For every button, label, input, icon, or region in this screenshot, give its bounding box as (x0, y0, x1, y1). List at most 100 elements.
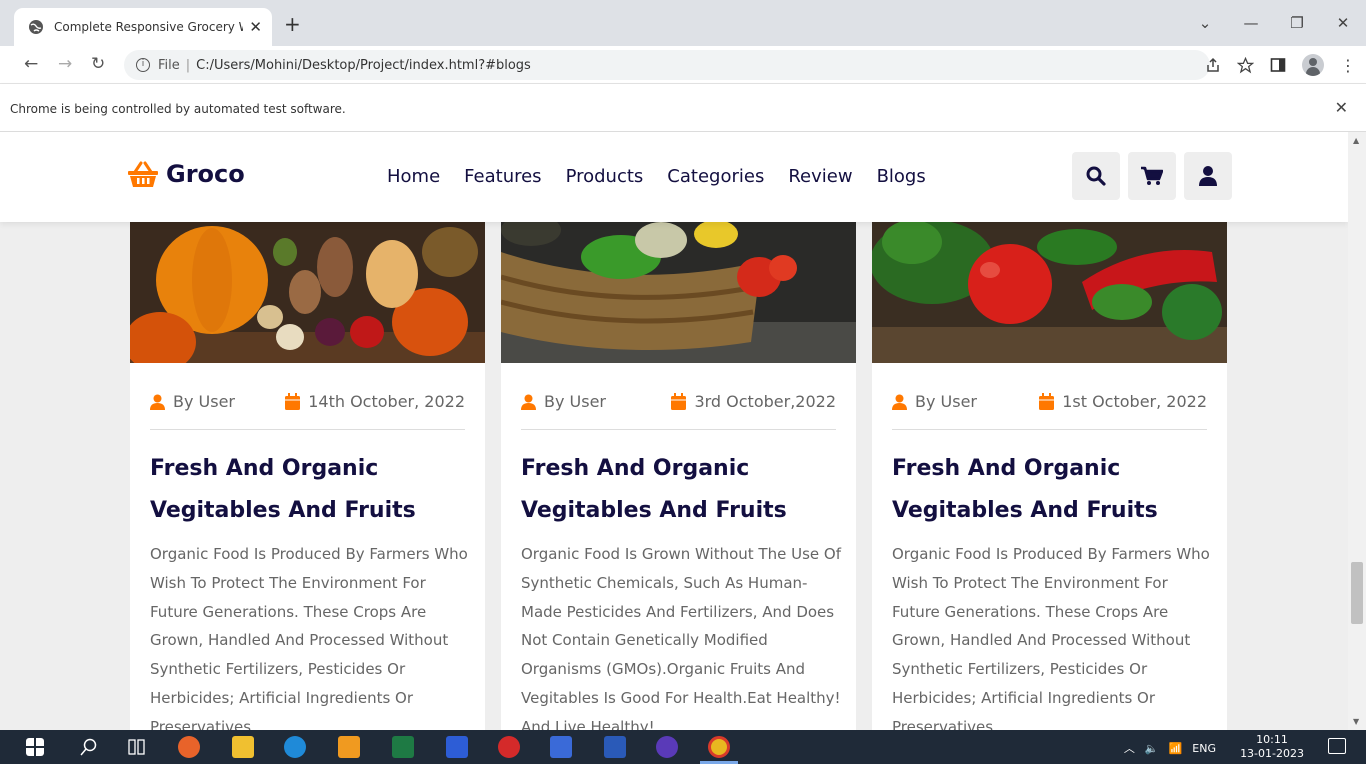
profile-avatar-icon[interactable] (1302, 54, 1324, 76)
infobar-close-icon[interactable]: ✕ (1335, 98, 1348, 117)
blog-date-text: 1st October, 2022 (1062, 392, 1207, 411)
blog-author: By User (150, 392, 235, 411)
automation-infobar: Chrome is being controlled by automated … (0, 84, 1366, 132)
window-controls: ⌄ — ❐ ✕ (1182, 0, 1366, 46)
blog-image (500, 214, 856, 363)
url-scheme: File (158, 57, 180, 73)
security-shield-icon[interactable] (446, 736, 468, 758)
windows-taskbar: ︿ 🔈 📶 ENG 10:11 13-01-2023 (0, 730, 1366, 764)
calendar-icon (671, 393, 687, 410)
user-icon (150, 394, 165, 410)
blog-meta: By User 1st October, 2022 (892, 392, 1207, 430)
blog-author-text: By User (544, 392, 606, 411)
site-logo[interactable]: Groco (128, 160, 245, 188)
blog-image (124, 222, 485, 372)
blog-date: 1st October, 2022 (1039, 392, 1207, 411)
blog-date: 14th October, 2022 (285, 392, 465, 411)
search-button[interactable] (1072, 152, 1120, 200)
notification-center-icon[interactable] (1328, 738, 1346, 754)
url-text[interactable]: C:/Users/Mohini/Desktop/Project/index.ht… (196, 58, 531, 73)
sublime-text-icon[interactable] (338, 736, 360, 758)
address-bar[interactable]: i File | C:/Users/Mohini/Desktop/Project… (124, 50, 1210, 80)
forward-arrow-icon[interactable]: → (58, 54, 72, 74)
language-indicator[interactable]: ENG (1192, 742, 1216, 755)
chrome-icon[interactable] (708, 736, 730, 758)
user-icon (1199, 166, 1217, 186)
taskbar-clock[interactable]: 10:11 13-01-2023 (1240, 733, 1304, 761)
browser-tab[interactable]: Complete Responsive Grocery W ✕ (14, 8, 272, 46)
volume-icon[interactable]: 🔈 (1145, 742, 1159, 755)
page-scrollbar[interactable]: ▲ ▼ (1348, 132, 1366, 730)
clock-time: 10:11 (1256, 733, 1288, 746)
globe-icon (29, 20, 43, 34)
blog-description: Organic Food Is Grown Without The Use Of… (521, 545, 841, 730)
nav-features[interactable]: Features (464, 166, 541, 187)
info-icon[interactable]: i (136, 58, 150, 72)
nav-products[interactable]: Products (566, 166, 644, 187)
word-icon[interactable] (604, 736, 626, 758)
wifi-icon[interactable]: 📶 (1169, 742, 1183, 755)
eclipse-icon[interactable] (656, 736, 678, 758)
blog-date: 3rd October,2022 (671, 392, 836, 411)
site-header: Groco Home Features Products Categories … (0, 132, 1348, 222)
scrollbar-thumb[interactable] (1351, 562, 1363, 624)
url-separator: | (185, 57, 191, 73)
app-red-icon[interactable] (498, 736, 520, 758)
blog-date-text: 3rd October,2022 (694, 392, 836, 411)
main-nav: Home Features Products Categories Review… (387, 166, 950, 187)
blog-meta: By User 14th October, 2022 (150, 392, 465, 430)
taskbar-search-icon[interactable] (80, 738, 98, 756)
nav-home[interactable]: Home (387, 166, 440, 187)
blog-image (870, 220, 1227, 363)
blog-author-text: By User (173, 392, 235, 411)
blog-description: Organic Food Is Produced By Farmers Who … (892, 545, 1210, 730)
calendar-icon (1039, 393, 1055, 410)
firefox-icon[interactable] (178, 736, 200, 758)
blog-author: By User (521, 392, 606, 411)
new-tab-button[interactable]: + (284, 14, 301, 34)
nav-blogs[interactable]: Blogs (877, 166, 926, 187)
app-blue-icon[interactable] (550, 736, 572, 758)
blog-meta: By User 3rd October,2022 (521, 392, 836, 430)
file-explorer-icon[interactable] (232, 736, 254, 758)
account-button[interactable] (1184, 152, 1232, 200)
page-viewport: By User 14th October, 2022 Fresh And Org… (0, 132, 1348, 730)
blog-card: By User 1st October, 2022 Fresh And Orga… (870, 220, 1227, 730)
nav-review[interactable]: Review (788, 166, 852, 187)
user-icon (521, 394, 536, 410)
blog-card: By User 3rd October,2022 Fresh And Organ… (500, 214, 856, 730)
restore-button[interactable]: ❐ (1274, 14, 1320, 32)
edge-icon[interactable] (284, 736, 306, 758)
tray-chevron-icon[interactable]: ︿ (1124, 740, 1135, 756)
blog-author: By User (892, 392, 977, 411)
task-view-icon[interactable] (128, 738, 146, 756)
calendar-icon (285, 393, 301, 410)
side-panel-icon[interactable] (1270, 57, 1286, 73)
nav-categories[interactable]: Categories (667, 166, 764, 187)
blog-title[interactable]: Fresh And Organic Vegitables And Fruits (150, 448, 470, 532)
scroll-up-icon[interactable]: ▲ (1353, 136, 1359, 145)
search-icon (1086, 166, 1106, 186)
close-window-button[interactable]: ✕ (1320, 14, 1366, 32)
blog-description: Organic Food Is Produced By Farmers Who … (150, 545, 468, 730)
more-menu-icon[interactable]: ⋮ (1340, 56, 1356, 75)
minimize-button[interactable]: — (1228, 14, 1274, 32)
toolbar-actions: ⋮ (1205, 54, 1356, 76)
basket-icon (128, 161, 158, 187)
back-arrow-icon[interactable]: ← (24, 54, 38, 74)
blog-date-text: 14th October, 2022 (308, 392, 465, 411)
tab-search-icon[interactable]: ⌄ (1182, 14, 1228, 32)
bookmark-star-icon[interactable] (1237, 56, 1254, 74)
share-icon[interactable] (1205, 57, 1221, 73)
reload-icon[interactable]: ↻ (91, 54, 105, 74)
cart-button[interactable] (1128, 152, 1176, 200)
excel-icon[interactable] (392, 736, 414, 758)
blog-author-text: By User (915, 392, 977, 411)
blog-title[interactable]: Fresh And Organic Vegitables And Fruits (892, 448, 1212, 532)
blog-title[interactable]: Fresh And Organic Vegitables And Fruits (521, 448, 841, 532)
browser-toolbar: ← → ↻ i File | C:/Users/Mohini/Desktop/P… (0, 46, 1366, 84)
tab-close-icon[interactable]: ✕ (249, 18, 262, 36)
windows-start-icon[interactable] (26, 738, 44, 756)
header-actions (1072, 152, 1232, 200)
scroll-down-icon[interactable]: ▼ (1353, 717, 1359, 726)
